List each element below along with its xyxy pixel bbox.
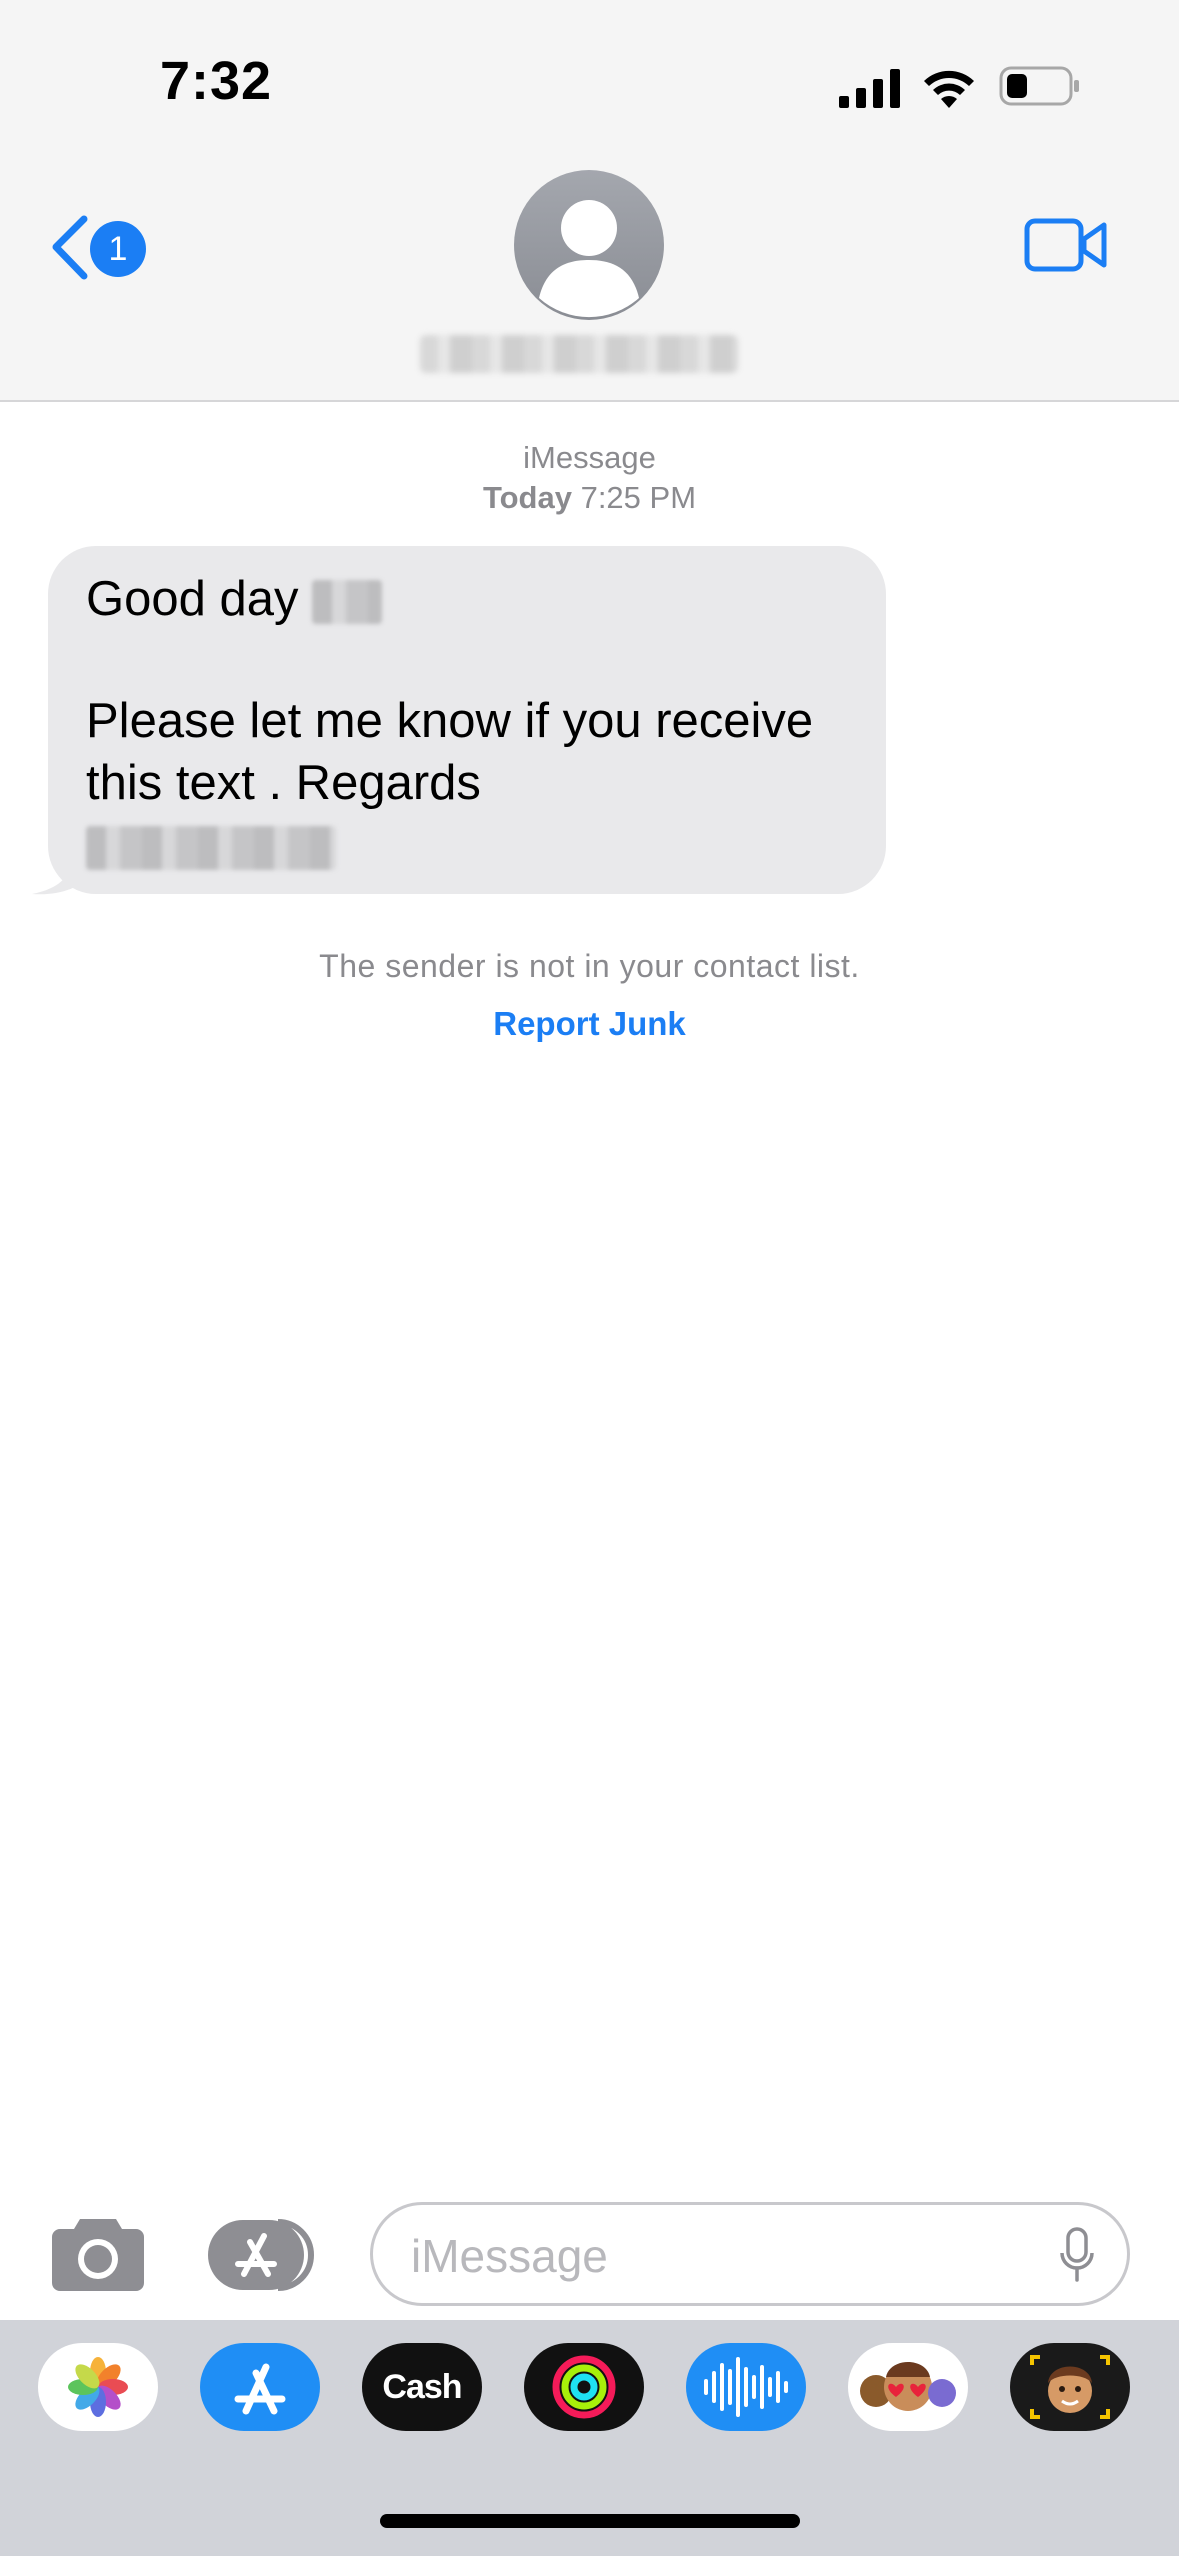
camera-icon[interactable] (52, 2215, 144, 2291)
message-line: Please let me know if you receive (86, 694, 814, 748)
person-silhouette-icon (539, 200, 639, 318)
chevron-left-icon (52, 215, 88, 280)
battery-icon (999, 66, 1079, 106)
message-input-field[interactable] (370, 2202, 1130, 2306)
service-label: iMessage (523, 440, 656, 475)
apple-cash-icon[interactable]: Cash (362, 2343, 482, 2431)
memoji-stickers-icon[interactable] (848, 2343, 968, 2431)
facetime-video-icon[interactable] (1024, 215, 1108, 275)
app-store-drawer-icon[interactable] (208, 2218, 318, 2292)
incoming-message-bubble[interactable]: Good day Please let me know if you recei… (48, 546, 886, 894)
message-line: Good day (86, 568, 848, 630)
timestamp-day: Today (482, 480, 572, 515)
microphone-icon[interactable] (1059, 2227, 1095, 2283)
timestamp-time: 7:25 PM (580, 480, 697, 515)
message-input[interactable] (409, 2225, 1033, 2287)
unknown-sender-notice: The sender is not in your contact list. (319, 948, 860, 984)
report-junk-link[interactable]: Report Junk (0, 1005, 1179, 1043)
back-button[interactable]: 1 (48, 215, 158, 280)
message-line (86, 814, 848, 876)
redacted-name (312, 580, 383, 625)
memoji-icon[interactable] (1010, 2343, 1130, 2431)
conversation-header: 7:32 1 (0, 0, 1179, 402)
home-indicator[interactable] (380, 2514, 800, 2528)
app-store-icon[interactable] (200, 2343, 320, 2431)
apple-cash-label: Cash (382, 2368, 462, 2406)
activity-rings-icon[interactable] (524, 2343, 644, 2431)
unread-count-badge: 1 (90, 221, 146, 277)
photos-icon[interactable] (38, 2343, 158, 2431)
contact-name-redacted[interactable] (420, 335, 738, 373)
contact-avatar[interactable] (514, 170, 664, 320)
redacted-signature (86, 826, 336, 871)
message-line: this text . Regards (86, 756, 481, 810)
status-time: 7:32 (160, 51, 273, 111)
waveform-icon[interactable] (686, 2343, 806, 2431)
message-timestamp: Today 7:25 PM (0, 480, 1179, 516)
wifi-icon (924, 70, 974, 108)
message-greeting: Good day (86, 572, 299, 626)
cellular-signal-icon (839, 69, 900, 108)
